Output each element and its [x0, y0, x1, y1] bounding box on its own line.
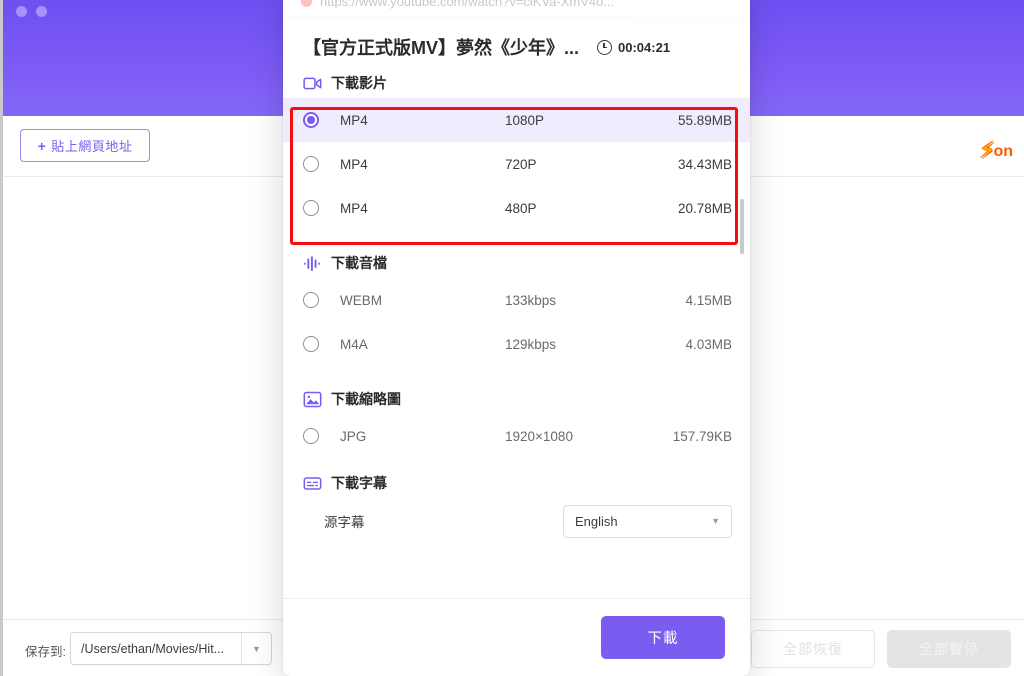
radio-video-720p[interactable] — [303, 156, 319, 172]
download-options-dialog: https://www.youtube.com/watch?v=ciKVa-Xm… — [283, 0, 750, 676]
section-header-subtitle: 下載字幕 — [283, 468, 750, 498]
radio-video-480p[interactable] — [303, 200, 319, 216]
option-quality: 129kbps — [505, 336, 557, 352]
chevron-down-icon[interactable]: ▼ — [711, 516, 720, 526]
section-header-audio: 下載音檔 — [283, 248, 750, 278]
video-duration: 00:04:21 — [597, 39, 671, 55]
screenshot-root: + 貼上網頁地址 ⚡ on 保存到: /Users/ethan/Movies/H… — [0, 0, 1024, 676]
section-label-subtitle: 下載字幕 — [331, 475, 387, 491]
dialog-footer: 下載 — [283, 598, 750, 676]
option-size: 34.43MB — [677, 156, 732, 172]
image-icon — [303, 391, 322, 407]
option-quality: 720P — [505, 156, 537, 172]
option-row-audio-m4a[interactable]: M4A 129kbps 4.03MB — [283, 322, 750, 366]
option-format: JPG — [340, 428, 367, 444]
option-format: MP4 — [340, 112, 368, 128]
dialog-title-row: 【官方正式版MV】夢然《少年》... 00:04:21 — [283, 26, 750, 68]
section-header-thumbnail: 下載縮略圖 — [283, 384, 750, 414]
option-quality: 1920×1080 — [505, 428, 573, 444]
clock-icon — [597, 39, 613, 55]
radio-audio-webm[interactable] — [303, 292, 319, 308]
option-format: WEBM — [340, 292, 382, 308]
radio-thumbnail-jpg[interactable] — [303, 428, 319, 444]
video-camera-icon — [303, 77, 322, 89]
download-button-label: 下載 — [647, 631, 679, 647]
option-row-video-480p[interactable]: MP4 480P 20.78MB — [283, 186, 750, 230]
option-size: 4.15MB — [685, 292, 732, 308]
radio-audio-m4a[interactable] — [303, 336, 319, 352]
option-size: 157.79KB — [672, 428, 732, 444]
audio-waveform-icon — [303, 255, 320, 271]
option-format: M4A — [340, 336, 368, 352]
record-dot-icon — [301, 0, 312, 7]
option-quality: 480P — [505, 200, 537, 216]
dialog-options-scroll[interactable]: 下載影片 MP4 1080P 55.89MB MP4 720P 34.43MB … — [283, 68, 750, 598]
option-format: MP4 — [340, 200, 368, 216]
subtitle-source-label: 源字幕 — [324, 515, 365, 530]
option-size: 20.78MB — [677, 200, 732, 216]
option-quality: 133kbps — [505, 292, 557, 308]
option-row-audio-webm[interactable]: WEBM 133kbps 4.15MB — [283, 278, 750, 322]
dialog-scrollbar-thumb[interactable] — [740, 199, 744, 254]
section-header-video: 下載影片 — [283, 68, 750, 98]
subtitle-language-value: English — [575, 513, 618, 529]
dialog-url-bar: https://www.youtube.com/watch?v=ciKVa-Xm… — [283, 0, 750, 18]
option-quality: 1080P — [505, 112, 545, 128]
video-duration-text: 00:04:21 — [618, 39, 671, 55]
option-row-video-720p[interactable]: MP4 720P 34.43MB — [283, 142, 750, 186]
option-format: MP4 — [340, 156, 368, 172]
dialog-url-text: https://www.youtube.com/watch?v=ciKVa-Xm… — [320, 0, 615, 9]
subtitle-source-row: 源字幕 English ▼ — [283, 498, 750, 544]
option-row-thumbnail-jpg[interactable]: JPG 1920×1080 157.79KB — [283, 414, 750, 458]
video-title: 【官方正式版MV】夢然《少年》... — [303, 38, 580, 58]
radio-video-1080p[interactable] — [303, 112, 319, 128]
section-label-audio: 下載音檔 — [331, 255, 387, 271]
subtitle-language-select[interactable]: English ▼ — [563, 504, 732, 538]
section-label-video: 下載影片 — [331, 75, 387, 91]
section-label-thumbnail: 下載縮略圖 — [331, 391, 401, 407]
option-size: 55.89MB — [677, 112, 732, 128]
option-row-video-1080p[interactable]: MP4 1080P 55.89MB — [283, 98, 750, 142]
option-size: 4.03MB — [685, 336, 732, 352]
subtitle-icon — [303, 476, 322, 490]
download-button[interactable]: 下載 — [601, 616, 725, 659]
